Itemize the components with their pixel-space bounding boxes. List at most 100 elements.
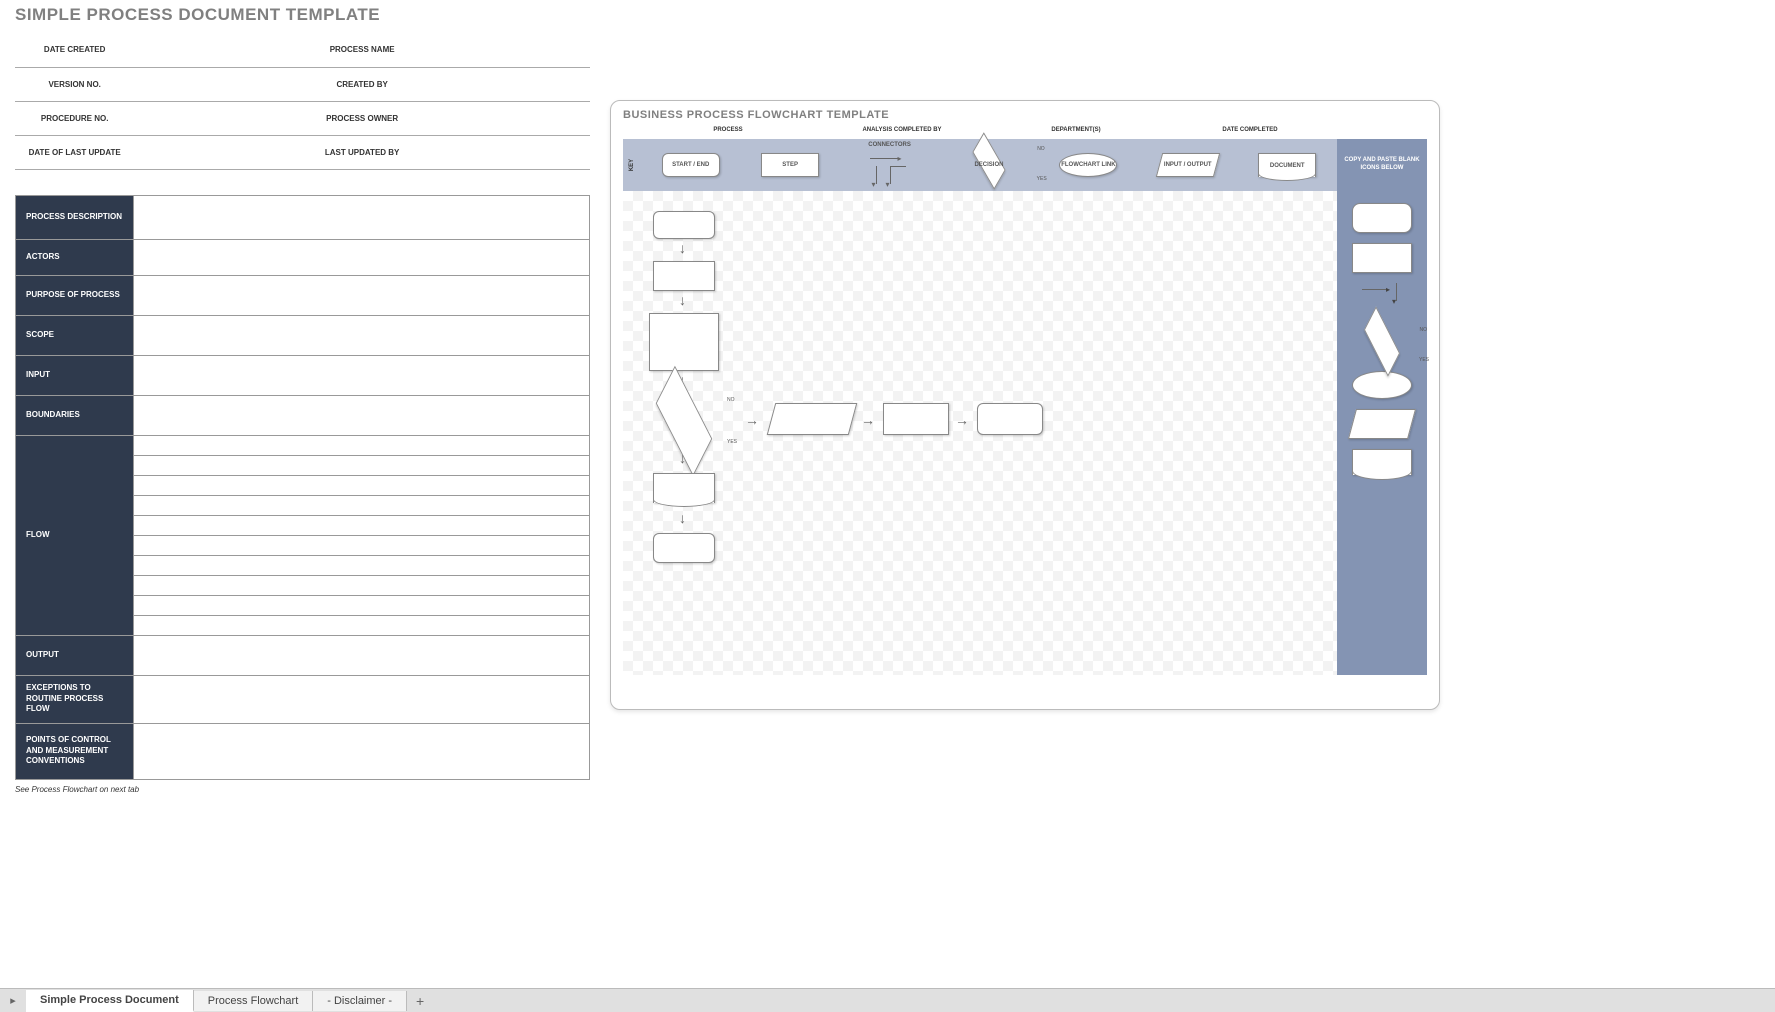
cell-flow-6[interactable] (134, 535, 590, 555)
input-last-updated-by[interactable] (471, 135, 590, 169)
cell-flow-1[interactable] (134, 435, 590, 455)
cell-exceptions[interactable] (134, 675, 590, 723)
canvas-large-step-shape[interactable] (649, 313, 719, 371)
cell-output[interactable] (134, 635, 590, 675)
cell-actors[interactable] (134, 239, 590, 275)
input-date-last-update[interactable] (134, 135, 253, 169)
arrow-icon (745, 413, 759, 427)
row-process-description: PROCESS DESCRIPTION (16, 195, 134, 239)
cell-flow-7[interactable] (134, 555, 590, 575)
label-process-owner: PROCESS OWNER (253, 101, 471, 135)
arrow-icon (955, 413, 969, 427)
input-created-by[interactable] (471, 67, 590, 101)
tab-simple-process-document[interactable]: Simple Process Document (26, 990, 194, 1012)
canvas-terminal-shape[interactable] (653, 533, 715, 563)
row-scope: SCOPE (16, 315, 134, 355)
key-decision-icon: DECISION (960, 150, 1018, 180)
col-date: DATE COMPLETED (1163, 127, 1337, 133)
label-procedure-no: PROCEDURE NO. (15, 101, 134, 135)
palette-decision-icon[interactable]: NO YES (1347, 329, 1417, 361)
arrow-icon (679, 293, 686, 307)
key-connectors-label: CONNECTORS (868, 142, 911, 148)
row-flow: FLOW (16, 435, 134, 635)
palette-terminator-icon[interactable] (1352, 203, 1412, 233)
arrow-icon (679, 241, 686, 255)
label-created-by: CREATED BY (253, 67, 471, 101)
cell-boundaries[interactable] (134, 395, 590, 435)
key-document-icon: DOCUMENT (1258, 153, 1316, 177)
tab-scroll-right-icon[interactable]: ▸ (0, 994, 26, 1007)
key-link-icon: FLOWCHART LINK (1059, 153, 1117, 177)
copy-paste-label: COPY AND PASTE BLANK ICONS BELOW (1337, 139, 1427, 191)
col-process: PROCESS (641, 127, 815, 133)
key-terminator-icon: START / END (662, 153, 720, 177)
cell-flow-9[interactable] (134, 595, 590, 615)
footnote-text: See Process Flowchart on next tab (15, 785, 590, 794)
palette-parallelogram-icon[interactable] (1348, 409, 1416, 439)
key-label: KEY (629, 156, 635, 174)
row-points: POINTS OF CONTROL AND MEASUREMENT CONVEN… (16, 723, 134, 779)
cell-flow-2[interactable] (134, 455, 590, 475)
row-boundaries: BOUNDARIES (16, 395, 134, 435)
canvas-end-shape[interactable] (977, 403, 1043, 435)
simple-process-document-panel: SIMPLE PROCESS DOCUMENT TEMPLATE DATE CR… (15, 5, 590, 794)
row-purpose: PURPOSE OF PROCESS (16, 275, 134, 315)
cell-flow-4[interactable] (134, 495, 590, 515)
palette-document-icon[interactable] (1352, 449, 1412, 475)
tab-process-flowchart[interactable]: Process Flowchart (194, 991, 313, 1011)
input-process-name[interactable] (471, 33, 590, 67)
row-input: INPUT (16, 355, 134, 395)
canvas-start-shape[interactable] (653, 211, 715, 239)
tab-disclaimer[interactable]: - Disclaimer - (313, 991, 407, 1011)
page-title: SIMPLE PROCESS DOCUMENT TEMPLATE (15, 5, 590, 25)
key-connectors-icon: ▸ ▾ ▾ (870, 152, 910, 188)
blank-icons-palette: ▸ ▾ NO YES (1337, 191, 1427, 675)
cell-purpose[interactable] (134, 275, 590, 315)
row-exceptions: EXCEPTIONS TO ROUTINE PROCESS FLOW (16, 675, 134, 723)
label-date-last-update: DATE OF LAST UPDATE (15, 135, 134, 169)
col-dept: DEPARTMENT(S) (989, 127, 1163, 133)
row-output: OUTPUT (16, 635, 134, 675)
input-procedure-no[interactable] (134, 101, 253, 135)
add-sheet-button[interactable]: + (407, 993, 433, 1009)
cell-process-description[interactable] (134, 195, 590, 239)
sheet-tab-bar: ▸ Simple Process Document Process Flowch… (0, 988, 1775, 1012)
header-fields-table: DATE CREATED PROCESS NAME VERSION NO. CR… (15, 33, 590, 170)
label-process-name: PROCESS NAME (253, 33, 471, 67)
label-version-no: VERSION NO. (15, 67, 134, 101)
label-date-created: DATE CREATED (15, 33, 134, 67)
cell-flow-10[interactable] (134, 615, 590, 635)
flowchart-panel: BUSINESS PROCESS FLOWCHART TEMPLATE PROC… (610, 100, 1440, 710)
flowchart-canvas[interactable]: NO YES (623, 191, 1337, 675)
label-last-updated-by: LAST UPDATED BY (253, 135, 471, 169)
cell-input[interactable] (134, 355, 590, 395)
key-io-icon: INPUT / OUTPUT (1156, 153, 1220, 177)
canvas-no-label: NO (727, 397, 735, 403)
process-body-table: PROCESS DESCRIPTION ACTORS PURPOSE OF PR… (15, 195, 590, 780)
flowchart-canvas-container: NO YES ▸ ▾ NO YES (623, 191, 1427, 675)
flowchart-header-row: PROCESS ANALYSIS COMPLETED BY DEPARTMENT… (623, 127, 1427, 133)
cell-points[interactable] (134, 723, 590, 779)
flowchart-title: BUSINESS PROCESS FLOWCHART TEMPLATE (623, 109, 1427, 121)
palette-connectors-icon[interactable]: ▸ ▾ (1362, 283, 1402, 319)
input-date-created[interactable] (134, 33, 253, 67)
arrow-icon (861, 413, 875, 427)
key-step-icon: STEP (761, 153, 819, 177)
palette-oval-icon[interactable] (1352, 371, 1412, 399)
arrow-icon (679, 511, 686, 525)
cell-flow-5[interactable] (134, 515, 590, 535)
canvas-decision-shape[interactable] (629, 391, 739, 451)
cell-flow-8[interactable] (134, 575, 590, 595)
canvas-step-shape-2[interactable] (883, 403, 949, 435)
arrow-icon (679, 451, 686, 465)
cell-scope[interactable] (134, 315, 590, 355)
canvas-io-shape[interactable] (767, 403, 858, 435)
palette-rectangle-icon[interactable] (1352, 243, 1412, 273)
input-version-no[interactable] (134, 67, 253, 101)
decision-no-label: NO (1037, 146, 1045, 152)
cell-flow-3[interactable] (134, 475, 590, 495)
row-actors: ACTORS (16, 239, 134, 275)
canvas-document-shape[interactable] (653, 473, 715, 503)
input-process-owner[interactable] (471, 101, 590, 135)
canvas-step-shape[interactable] (653, 261, 715, 291)
